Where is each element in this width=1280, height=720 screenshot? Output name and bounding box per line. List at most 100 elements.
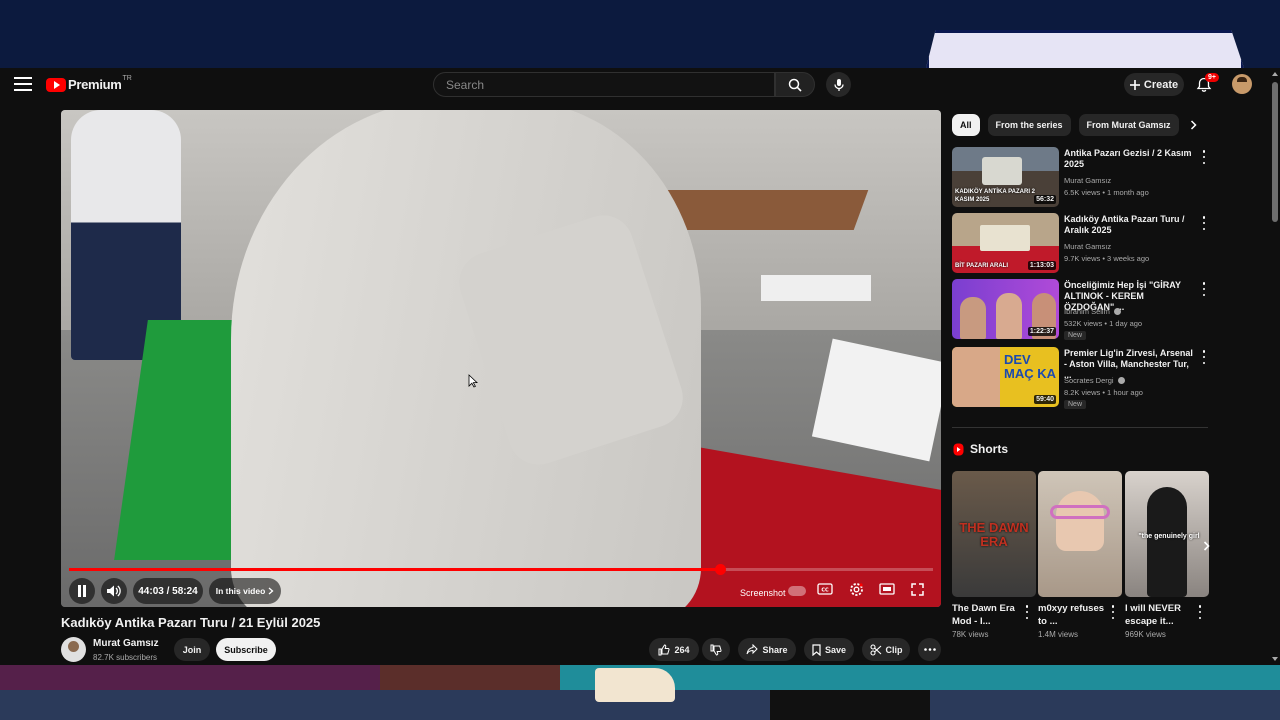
thumbnail-tv-shape: [982, 157, 1022, 185]
short-item[interactable]: m0xyy refuses to ... 1.4M views: [1038, 471, 1122, 639]
chip-from-channel[interactable]: From Murat Gamsız: [1078, 114, 1179, 136]
recommendation-title[interactable]: Antika Pazarı Gezisi / 2 Kasım 2025: [1064, 148, 1194, 170]
youtube-premium-logo[interactable]: Premium TR: [46, 75, 132, 92]
more-options-icon[interactable]: [1199, 282, 1209, 296]
desktop-scene-band: [0, 664, 380, 690]
verified-icon: [1117, 377, 1125, 384]
desktop-window-tab: [926, 30, 1244, 68]
more-options-icon[interactable]: [1195, 605, 1205, 619]
theater-mode-button[interactable]: [876, 578, 898, 600]
like-button[interactable]: 264: [649, 638, 699, 661]
in-this-video-button[interactable]: In this video: [209, 578, 281, 604]
account-avatar[interactable]: [1232, 74, 1252, 94]
chip-all[interactable]: All: [952, 114, 980, 136]
logo-text: Premium: [68, 77, 122, 92]
search-button[interactable]: [775, 72, 815, 97]
voice-search-button[interactable]: [826, 72, 851, 97]
screenshot-toggle[interactable]: [788, 586, 806, 596]
fullscreen-button[interactable]: [906, 578, 928, 600]
notification-badge: 9+: [1205, 73, 1219, 82]
share-button[interactable]: Share: [738, 638, 796, 661]
shorts-heading: Shorts: [970, 442, 1009, 456]
microphone-icon: [833, 78, 844, 91]
video-duration: 1:22:37: [1027, 327, 1056, 336]
recommendation-item[interactable]: DEV MAÇ KA 59:40 Premier Lig'in Zirvesi,…: [952, 347, 1212, 409]
recommendation-title[interactable]: Kadıköy Antika Pazarı Turu / Aralık 2025: [1064, 214, 1194, 236]
video-duration: 1:13:03: [1027, 261, 1056, 270]
create-button[interactable]: Create: [1124, 73, 1184, 96]
fullscreen-icon: [910, 582, 924, 596]
shorts-icon: [953, 443, 964, 455]
clip-button[interactable]: Clip: [862, 638, 910, 661]
pixel-character: [595, 668, 675, 702]
video-player[interactable]: 44:03 / 58:24 In this video Screenshot C…: [61, 110, 941, 607]
chevron-right-icon: [268, 587, 274, 595]
chip-from-the-series[interactable]: From the series: [987, 114, 1071, 136]
scrollbar-thumb[interactable]: [1272, 82, 1278, 222]
volume-button[interactable]: [101, 578, 127, 604]
join-button[interactable]: Join: [174, 638, 210, 661]
page-scrollbar[interactable]: [1270, 68, 1280, 665]
more-options-icon[interactable]: [1022, 605, 1032, 619]
pause-icon: [78, 585, 86, 597]
channel-avatar[interactable]: [61, 637, 86, 662]
more-options-icon[interactable]: [1108, 605, 1118, 619]
desktop-scene-band: [380, 664, 560, 690]
scroll-down-arrow-icon[interactable]: [1271, 655, 1279, 663]
recommendation-item[interactable]: KADIKÖY ANTİKA PAZARI 2 KASIM 2025 56:32…: [952, 147, 1212, 209]
new-badge: New: [1064, 331, 1087, 340]
youtube-play-icon: [46, 77, 66, 92]
short-thumbnail[interactable]: THE DAWN ERA: [952, 471, 1036, 597]
channel-name[interactable]: Murat Gamsız: [93, 638, 159, 649]
video-duration: 59:40: [1034, 395, 1056, 404]
recommendation-thumbnail[interactable]: KADIKÖY ANTİKA PAZARI 2 KASIM 2025 56:32: [952, 147, 1059, 207]
hamburger-menu-icon[interactable]: [14, 77, 32, 93]
recommendation-channel[interactable]: Murat Gamsız: [1064, 242, 1111, 251]
chevron-right-icon: [1190, 120, 1197, 130]
recommendation-meta: 8.2K views • 1 hour ago: [1064, 388, 1143, 397]
more-options-icon[interactable]: [1199, 350, 1209, 364]
short-title[interactable]: I will NEVER escape it...: [1125, 602, 1193, 628]
recommendation-channel[interactable]: İbrahim Selim: [1064, 307, 1121, 316]
captions-button[interactable]: CC: [814, 578, 836, 600]
progress-bar[interactable]: [69, 564, 933, 575]
short-item[interactable]: THE DAWN ERA The Dawn Era Mod - I... 78K…: [952, 471, 1036, 639]
gear-icon: [849, 582, 863, 596]
pause-button[interactable]: [69, 578, 95, 604]
recommendation-item[interactable]: BİT PAZARI ARALI 1:13:03 Kadıköy Antika …: [952, 213, 1212, 275]
short-thumbnail[interactable]: [1038, 471, 1122, 597]
more-actions-button[interactable]: [918, 638, 941, 661]
short-views: 78K views: [952, 630, 989, 639]
short-title[interactable]: The Dawn Era Mod - I...: [952, 602, 1020, 628]
more-horizontal-icon: [923, 648, 936, 651]
video-title: Kadıköy Antika Pazarı Turu / 21 Eylül 20…: [61, 615, 321, 630]
chips-next-button[interactable]: [1184, 116, 1202, 134]
volume-icon: [107, 585, 121, 597]
recommendation-channel[interactable]: Murat Gamsız: [1064, 176, 1111, 185]
shorts-header: Shorts: [953, 442, 1008, 456]
short-title[interactable]: m0xyy refuses to ...: [1038, 602, 1106, 628]
recommendation-thumbnail[interactable]: 1:22:37: [952, 279, 1059, 339]
scroll-up-arrow-icon[interactable]: [1271, 70, 1279, 78]
svg-text:CC: CC: [821, 588, 829, 594]
mouse-cursor-icon: [468, 374, 478, 388]
shorts-next-button[interactable]: [1196, 536, 1216, 556]
youtube-window: Premium TR Search Create 9+ 44:03 / 58:2…: [0, 68, 1280, 665]
search-input[interactable]: Search: [433, 72, 775, 97]
thumbnail-person: [1147, 487, 1187, 597]
channel-name: İbrahim Selim: [1064, 307, 1110, 316]
recommendation-thumbnail[interactable]: BİT PAZARI ARALI 1:13:03: [952, 213, 1059, 273]
dislike-button[interactable]: [702, 638, 730, 661]
more-options-icon[interactable]: [1199, 216, 1209, 230]
recommendation-thumbnail[interactable]: DEV MAÇ KA 59:40: [952, 347, 1059, 407]
settings-button[interactable]: [845, 578, 867, 600]
recommendation-channel[interactable]: Socrates Dergi: [1064, 376, 1125, 385]
short-thumbnail[interactable]: "the genuinely girl: [1125, 471, 1209, 597]
save-button[interactable]: Save: [804, 638, 854, 661]
recommendation-item[interactable]: 1:22:37 Önceliğimiz Hep İşi "GİRAY ALTIN…: [952, 279, 1212, 341]
subscribe-button[interactable]: Subscribe: [216, 638, 276, 661]
share-icon: [746, 644, 759, 655]
verified-icon: [1113, 308, 1121, 315]
more-options-icon[interactable]: [1199, 150, 1209, 164]
thumbnail-person: [996, 293, 1022, 339]
